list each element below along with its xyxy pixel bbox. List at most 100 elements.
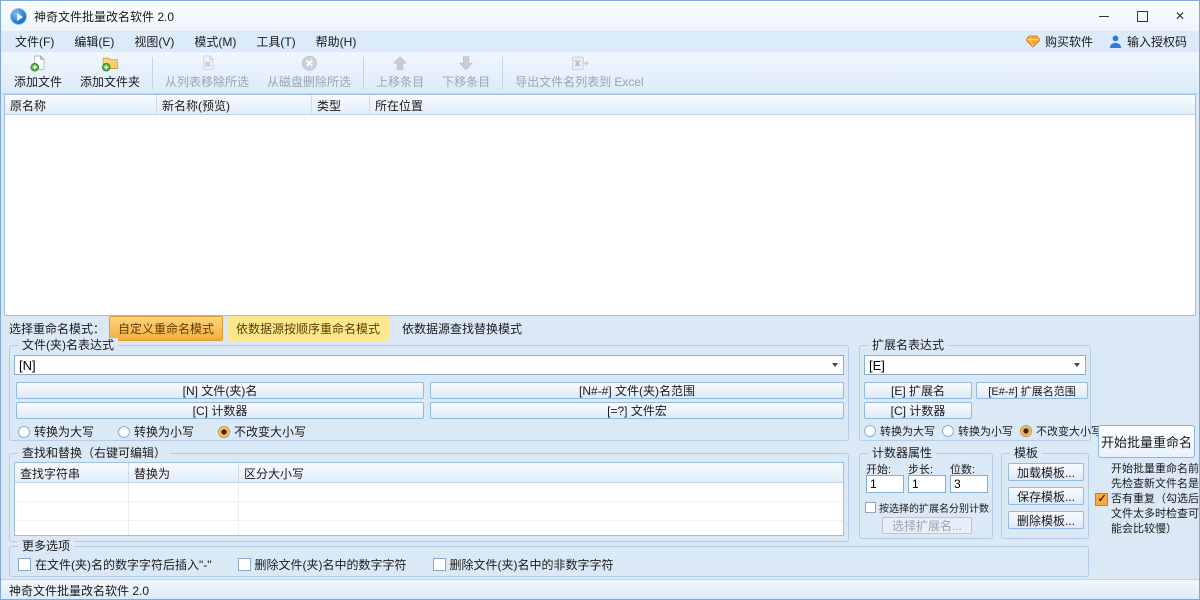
find-replace-row[interactable] [15,521,843,536]
window-controls [1085,1,1199,31]
maximize-button[interactable] [1123,1,1161,31]
select-extension-button[interactable]: 选择扩展名... [882,517,972,534]
app-icon [10,8,27,25]
arrow-up-icon [388,55,412,72]
column-location[interactable]: 所在位置 [370,95,1195,114]
insert-name-range-button[interactable]: [N#-#] 文件(夹)名范围 [430,382,844,399]
column-find-string[interactable]: 查找字符串 [15,463,129,482]
toolbar-separator [152,57,153,89]
save-template-button[interactable]: 保存模板... [1008,487,1084,505]
counter-step-input[interactable] [908,475,946,493]
person-icon [1109,35,1122,48]
more-options-group: 更多选项 在文件(夹)名的数字字符后插入"-" 删除文件(夹)名中的数字字符 删… [9,546,1089,577]
status-bar: 神奇文件批量改名软件 2.0 [1,579,1199,600]
ext-expression-combo [864,355,1086,375]
toolbar: 添加文件 添加文件夹 从列表移除所选 从磁盘删除 [1,52,1199,94]
insert-name-button[interactable]: [N] 文件(夹)名 [16,382,424,399]
column-original-name[interactable]: 原名称 [5,95,157,114]
duplicate-check-checkbox[interactable] [1095,493,1108,506]
remove-selected-from-list-button[interactable]: 从列表移除所选 [156,53,258,93]
file-list-body[interactable] [5,115,1195,315]
add-folder-button[interactable]: 添加文件夹 [71,53,149,93]
column-case-sensitive[interactable]: 区分大小写 [239,463,843,482]
find-replace-table: 查找字符串 替换为 区分大小写 [14,462,844,536]
add-file-button[interactable]: 添加文件 [5,53,71,93]
ext-expression-input[interactable] [865,357,1069,374]
menu-tools[interactable]: 工具(T) [246,31,305,52]
name-expression-title: 文件(夹)名表达式 [18,338,118,352]
name-expression-group: 文件(夹)名表达式 [N] 文件(夹)名 [N#-#] 文件(夹)名范围 [C]… [9,345,849,441]
find-replace-header: 查找字符串 替换为 区分大小写 [15,463,843,483]
duplicate-check-option[interactable]: 开始批量重命名前先检查新文件名是否有重复（勾选后文件太多时检查可能会比较慢） [1095,462,1199,537]
counter-start-input[interactable] [866,475,904,493]
status-text: 神奇文件批量改名软件 2.0 [9,582,149,599]
remove-file-icon [195,55,220,72]
ext-keepcase-radio[interactable]: 不改变大小写 [1020,423,1102,439]
menu-view[interactable]: 视图(V) [124,31,184,52]
template-group: 模板 加载模板... 保存模板... 删除模板... [1001,453,1089,539]
find-replace-group: 查找和替换（右键可编辑） 查找字符串 替换为 区分大小写 [9,453,849,542]
move-down-button[interactable]: 下移条目 [433,53,499,93]
name-lowercase-radio[interactable]: 转换为小写 [118,423,194,440]
toolbar-separator [502,57,503,89]
ext-expression-title: 扩展名表达式 [868,338,948,352]
count-per-extension-checkbox[interactable]: 按选择的扩展名分别计数 [865,500,989,515]
gem-icon [1026,35,1040,48]
insert-ext-button[interactable]: [E] 扩展名 [864,382,972,399]
name-uppercase-radio[interactable]: 转换为大写 [18,423,94,440]
column-new-name[interactable]: 新名称(预览) [157,95,312,114]
buy-software-button[interactable]: 购买软件 [1026,33,1093,50]
insert-counter-button[interactable]: [C] 计数器 [16,402,424,419]
duplicate-check-label: 开始批量重命名前先检查新文件名是否有重复（勾选后文件太多时检查可能会比较慢） [1111,462,1199,537]
menu-edit[interactable]: 编辑(E) [64,31,124,52]
ext-expression-group: 扩展名表达式 [E] 扩展名 [E#-#] 扩展名范围 [C] 计数器 转换为大… [859,345,1091,441]
enter-license-button[interactable]: 输入授权码 [1109,33,1187,50]
column-type[interactable]: 类型 [312,95,370,114]
ext-uppercase-radio[interactable]: 转换为大写 [864,423,935,439]
counter-digits-input[interactable] [950,475,988,493]
add-folder-icon [97,55,123,72]
column-replace-with[interactable]: 替换为 [129,463,239,482]
delete-from-disk-button[interactable]: 从磁盘删除所选 [258,53,360,93]
insert-macro-button[interactable]: [=?] 文件宏 [430,402,844,419]
chevron-down-icon[interactable] [1069,356,1085,374]
insert-ext-counter-button[interactable]: [C] 计数器 [864,402,972,419]
tab-datasource-find-replace-mode[interactable]: 依数据源查找替换模式 [393,316,531,341]
export-excel-button[interactable]: 导出文件名列表到 Excel [506,53,653,93]
insert-ext-range-button[interactable]: [E#-#] 扩展名范围 [976,382,1088,399]
find-replace-title: 查找和替换（右键可编辑） [18,446,170,460]
close-button[interactable] [1161,1,1199,31]
chevron-down-icon[interactable] [827,356,843,374]
minimize-button[interactable] [1085,1,1123,31]
tab-datasource-sequence-mode[interactable]: 依数据源按顺序重命名模式 [227,316,389,341]
arrow-down-icon [454,55,478,72]
load-template-button[interactable]: 加载模板... [1008,463,1084,481]
find-replace-row[interactable] [15,483,843,502]
mode-bar: 选择重命名模式： 自定义重命名模式 依数据源按顺序重命名模式 依数据源查找替换模… [1,316,1199,341]
mode-bar-label: 选择重命名模式： [9,320,105,337]
name-keepcase-radio[interactable]: 不改变大小写 [218,423,306,440]
start-batch-rename-button[interactable]: 开始批量重命名 [1098,425,1195,458]
add-file-icon [26,55,51,72]
name-expression-combo [14,355,844,375]
menu-file[interactable]: 文件(F) [5,31,64,52]
delete-circle-icon [297,55,322,72]
move-up-button[interactable]: 上移条目 [367,53,433,93]
menu-help[interactable]: 帮助(H) [306,31,367,52]
ext-lowercase-radio[interactable]: 转换为小写 [942,423,1013,439]
menu-mode[interactable]: 模式(M) [184,31,246,52]
tab-custom-rename-mode[interactable]: 自定义重命名模式 [109,316,223,341]
file-list: 原名称 新名称(预览) 类型 所在位置 [4,94,1196,316]
insert-dash-after-digits-checkbox[interactable]: 在文件(夹)名的数字字符后插入"-" [18,556,212,573]
toolbar-separator [363,57,364,89]
remove-digits-checkbox[interactable]: 删除文件(夹)名中的数字字符 [238,556,407,573]
delete-template-button[interactable]: 删除模板... [1008,511,1084,529]
excel-icon [566,55,593,72]
counter-properties-group: 计数器属性 开始: 步长: 位数: 按选择的扩展名分别计数 选择扩展名... [859,453,993,539]
name-expression-input[interactable] [15,357,827,374]
find-replace-row[interactable] [15,502,843,521]
more-options-title: 更多选项 [18,539,74,553]
template-title: 模板 [1010,446,1042,460]
window-title: 神奇文件批量改名软件 2.0 [34,8,174,25]
remove-non-digits-checkbox[interactable]: 删除文件(夹)名中的非数字字符 [433,556,614,573]
